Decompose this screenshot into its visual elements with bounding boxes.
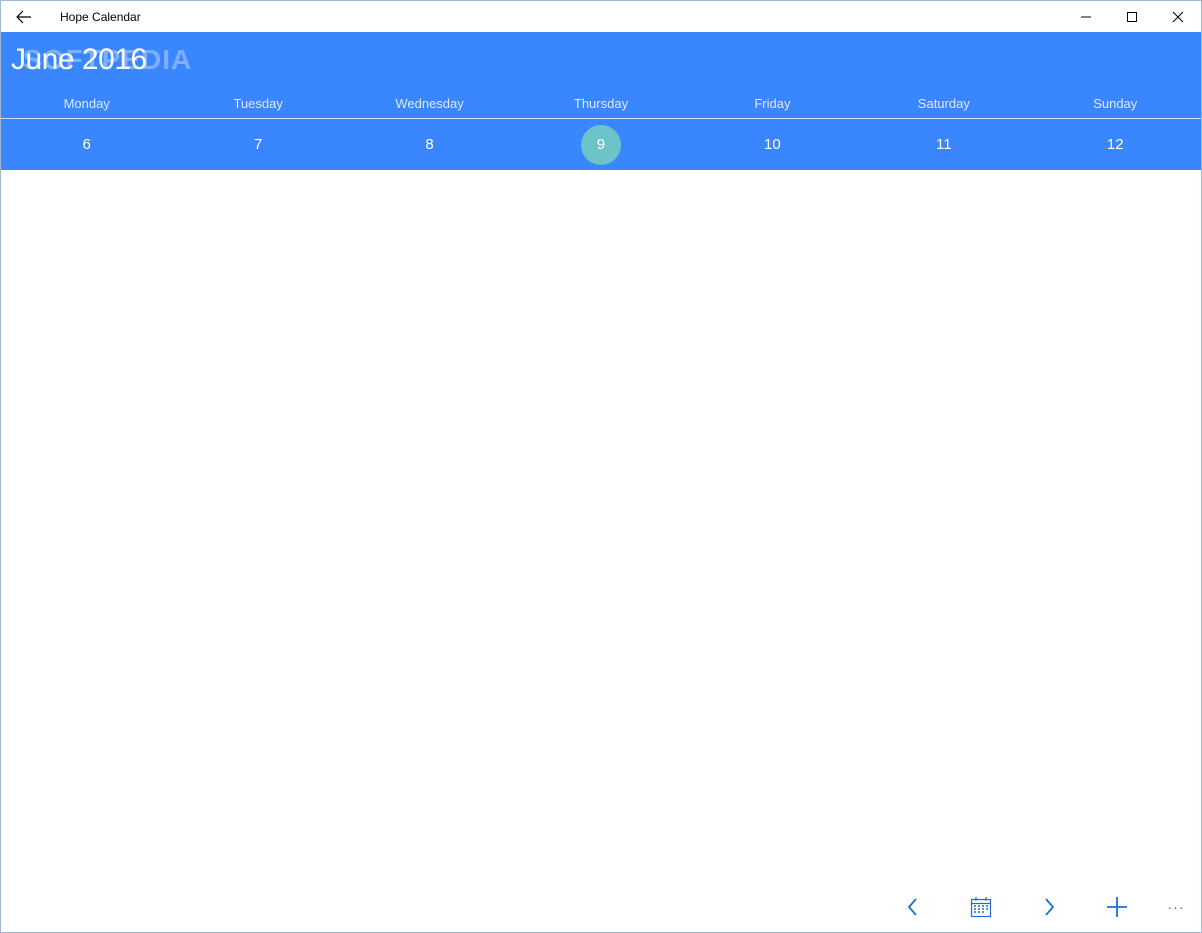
weekday-label: Monday: [63, 96, 110, 111]
chevron-left-icon: [907, 898, 917, 916]
weekday-label: Thursday: [573, 96, 629, 111]
app-title: Hope Calendar: [60, 9, 141, 24]
title-bar: Hope Calendar: [1, 1, 1201, 32]
app-bar: ···: [879, 882, 1201, 932]
today-button[interactable]: [947, 882, 1015, 932]
weekday-label: Sunday: [1093, 96, 1138, 111]
date-cell[interactable]: 6: [1, 119, 172, 170]
weekday-row: Monday Tuesday Wednesday Thursday Friday…: [1, 94, 1201, 118]
previous-week-button[interactable]: [879, 882, 947, 932]
window-controls: [1063, 1, 1201, 32]
date-cell[interactable]: 10: [687, 119, 858, 170]
maximize-button[interactable]: [1109, 1, 1155, 32]
close-icon: [1172, 11, 1184, 22]
month-title[interactable]: June 2016: [11, 43, 147, 77]
date-cell[interactable]: 12: [1030, 119, 1201, 170]
date-cell-today[interactable]: 9: [515, 119, 686, 170]
calendar-icon: [970, 897, 992, 918]
date-number: 8: [425, 136, 434, 153]
calendar-header: SOFTPEDIA June 2016 Monday Tuesday Wedne…: [1, 32, 1201, 170]
date-number: 11: [936, 136, 952, 153]
date-number: 10: [764, 136, 781, 153]
back-button[interactable]: [1, 1, 47, 32]
date-cell[interactable]: 11: [858, 119, 1029, 170]
weekday-label: Wednesday: [395, 96, 464, 111]
date-number: 6: [82, 136, 91, 153]
more-options-button[interactable]: ···: [1151, 882, 1201, 932]
date-number: 12: [1106, 136, 1124, 153]
today-date-number: 9: [580, 124, 621, 165]
date-cell[interactable]: 8: [344, 119, 515, 170]
app-window: Hope Calendar SOFTPEDIA June 2016 Monday…: [0, 0, 1202, 933]
events-area[interactable]: [1, 170, 1201, 878]
minimize-icon: [1081, 16, 1091, 17]
back-arrow-icon: [16, 10, 31, 23]
maximize-icon: [1127, 11, 1137, 22]
close-button[interactable]: [1155, 1, 1201, 32]
date-number: 7: [253, 136, 263, 153]
date-row: 6 7 8 9 10 11 12: [1, 119, 1201, 170]
chevron-right-icon: [1045, 898, 1055, 916]
weekday-label: Saturday: [917, 96, 970, 111]
weekday-label: Tuesday: [233, 96, 283, 111]
minimize-button[interactable]: [1063, 1, 1109, 32]
next-week-button[interactable]: [1015, 882, 1083, 932]
date-cell[interactable]: 7: [172, 119, 343, 170]
add-event-button[interactable]: [1083, 882, 1151, 932]
weekday-label: Friday: [754, 96, 791, 111]
plus-icon: [1107, 897, 1127, 917]
